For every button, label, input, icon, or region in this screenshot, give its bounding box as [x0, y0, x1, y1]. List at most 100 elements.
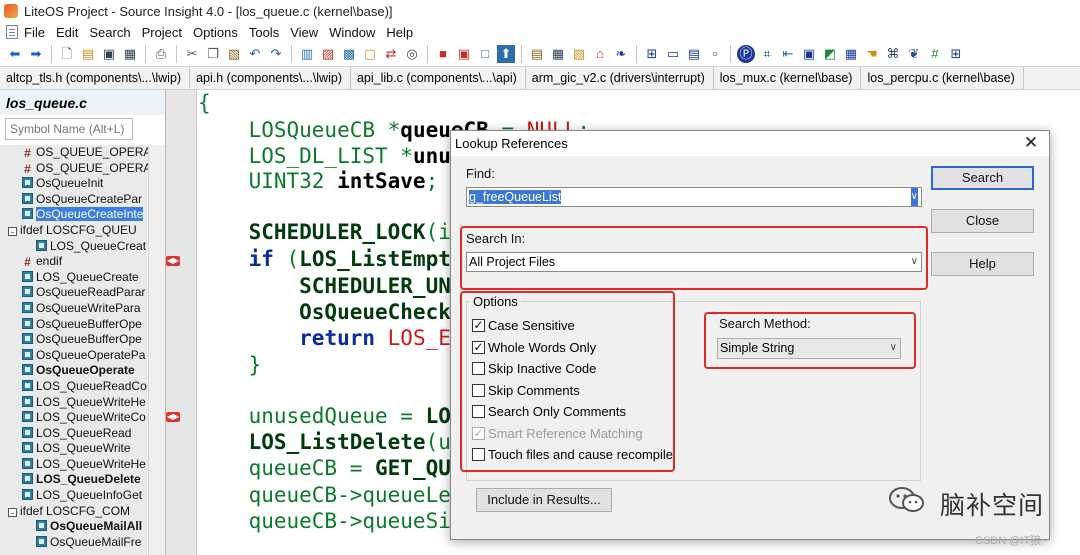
open-folder-icon[interactable]: ▤ [79, 45, 97, 63]
menu-window[interactable]: Window [329, 25, 375, 40]
layout-icon[interactable]: ⊞ [643, 45, 661, 63]
copy-icon[interactable]: ❐ [204, 45, 222, 63]
document-icon[interactable] [6, 25, 18, 39]
bird-icon[interactable]: ❦ [905, 45, 923, 63]
help-button[interactable]: Help [931, 252, 1034, 276]
project-icon[interactable]: ▤ [528, 45, 546, 63]
clip-icon[interactable]: ▦ [842, 45, 860, 63]
tile-icon[interactable]: ▫ [706, 45, 724, 63]
symbol-list-item[interactable]: OsQueueMailFre [0, 535, 148, 551]
back-arrow-icon[interactable]: ⬅ [6, 45, 24, 63]
tab-los-mux-c[interactable]: los_mux.c (kernel\base) [714, 67, 862, 89]
symbol-list-item[interactable]: OsQueueMailAll [0, 519, 148, 535]
symbol-list-item[interactable]: # OS_QUEUE_OPERAT [0, 145, 148, 161]
collapse-icon[interactable]: - [8, 507, 17, 517]
menu-view[interactable]: View [290, 25, 318, 40]
undo-icon[interactable]: ↶ [246, 45, 264, 63]
menu-edit[interactable]: Edit [56, 25, 78, 40]
jump-icon[interactable]: ▨ [319, 45, 337, 63]
symbol-list-item[interactable]: OsQueueCreatePar [0, 192, 148, 208]
parse-icon[interactable]: Ⓟ [737, 45, 755, 63]
bookmark-icon[interactable]: ■ [434, 45, 452, 63]
match-icon[interactable]: ⇄ [382, 45, 400, 63]
symbol-list-scrollbar[interactable] [148, 145, 165, 555]
symbol-list-item[interactable]: OsQueueBufferOpe [0, 317, 148, 333]
house-icon[interactable]: ⌂ [591, 45, 609, 63]
symbol-list-item[interactable]: OsQueueInit [0, 176, 148, 192]
symbol-list-item[interactable]: LOS_QueueWriteHe [0, 395, 148, 411]
print-icon[interactable]: ⎙ [152, 45, 170, 63]
grid-icon[interactable]: ⊞ [947, 45, 965, 63]
hash-toolbar-icon[interactable]: # [926, 45, 944, 63]
symbol-list-item[interactable]: - ifdef LOSCFG_COM [0, 504, 148, 520]
code-line: queueCB = GET_QU [198, 455, 451, 481]
hand-icon[interactable]: ☚ [863, 45, 881, 63]
split-icon[interactable]: ▤ [685, 45, 703, 63]
new-file-icon[interactable]: 🗋 [58, 45, 76, 63]
tab-api-lib-c[interactable]: api_lib.c (components\...\api) [351, 67, 526, 89]
symbol-list-item[interactable]: LOS_QueueInfoGet [0, 488, 148, 504]
paste-icon[interactable]: ▧ [225, 45, 243, 63]
breakpoint-marker-icon[interactable]: ◀▶ [166, 256, 180, 266]
symbol-list-item[interactable]: LOS_QueueRead [0, 426, 148, 442]
menu-search[interactable]: Search [89, 25, 130, 40]
find-icon[interactable]: ▩ [340, 45, 358, 63]
tab-api-h[interactable]: api.h (components\...\lwip) [190, 67, 351, 89]
symbol-list-item[interactable]: LOS_QueueWriteHe [0, 457, 148, 473]
tab-arm-gic-v2-c[interactable]: arm_gic_v2.c (drivers\interrupt) [526, 67, 714, 89]
symbol-search-input[interactable] [5, 118, 133, 140]
indent-icon[interactable]: ⇤ [779, 45, 797, 63]
include-in-results-button[interactable]: Include in Results... [476, 488, 612, 512]
context-icon[interactable]: ▣ [800, 45, 818, 63]
bookmark-next-icon[interactable]: ▣ [455, 45, 473, 63]
symbol-list-item[interactable]: LOS_QueueCreat [0, 239, 148, 255]
breakpoint-marker-icon[interactable]: ◀▶ [166, 412, 180, 422]
tab-los-percpu-c[interactable]: los_percpu.c (kernel\base) [861, 67, 1024, 89]
symbol-list-item[interactable]: LOS_QueueWrite [0, 441, 148, 457]
save-all-icon[interactable]: ▦ [121, 45, 139, 63]
search-button[interactable]: Search [931, 166, 1034, 190]
save-icon[interactable]: ▣ [100, 45, 118, 63]
symbol-list-item[interactable]: OsQueueOperatePa [0, 348, 148, 364]
search-files-icon[interactable]: ▥ [298, 45, 316, 63]
replace-icon[interactable]: ▢ [361, 45, 379, 63]
chevron-down-icon[interactable]: ∨ [910, 188, 918, 206]
menu-project[interactable]: Project [142, 25, 182, 40]
find-input[interactable]: g_freeQueueList ∨ [466, 187, 922, 207]
symbol-list-item[interactable]: OsQueueReadParar [0, 285, 148, 301]
symbol-list-item[interactable]: LOS_QueueCreate [0, 270, 148, 286]
symbol-list-item[interactable]: LOS_QueueDelete [0, 472, 148, 488]
close-button[interactable]: Close [931, 209, 1034, 233]
relation-icon[interactable]: ❧ [612, 45, 630, 63]
cut-icon[interactable]: ✂ [183, 45, 201, 63]
symbol-list-item[interactable]: LOS_QueueWriteCo [0, 410, 148, 426]
redo-icon[interactable]: ↷ [267, 45, 285, 63]
upload-icon[interactable]: ⬆ [497, 45, 515, 63]
symbol-list-item[interactable]: OsQueueWritePara [0, 301, 148, 317]
graph-icon[interactable]: ◩ [821, 45, 839, 63]
panel-icon[interactable]: ▭ [664, 45, 682, 63]
binoculars-icon[interactable]: ◎ [403, 45, 421, 63]
menu-help[interactable]: Help [386, 25, 413, 40]
tab-altcp-tls-h[interactable]: altcp_tls.h (components\...\lwip) [0, 67, 191, 89]
symbol-list-item[interactable]: # endif [0, 254, 148, 270]
symbol-list-item[interactable]: OsQueueCreateInte [0, 207, 148, 223]
collapse-icon[interactable]: - [8, 226, 17, 236]
symbol-list-item[interactable]: OsQueueOperate [0, 363, 148, 379]
browse-icon[interactable]: ▧ [570, 45, 588, 63]
close-icon[interactable]: ✕ [1021, 133, 1041, 153]
window-icon[interactable]: □ [476, 45, 494, 63]
symbol-label: OsQueueBufferOpe [36, 316, 142, 331]
sync-icon[interactable]: ▦ [549, 45, 567, 63]
menu-file[interactable]: File [24, 25, 45, 40]
symbol-window-icon[interactable]: ⌗ [758, 45, 776, 63]
symbol-list-item[interactable]: - ifdef LOSCFG_QUEU [0, 223, 148, 239]
forward-arrow-icon[interactable]: ➡ [27, 45, 45, 63]
symbol-list-item[interactable]: LOS_QueueReadCo [0, 379, 148, 395]
symbol-list-item[interactable]: OsQueueBufferOpe [0, 332, 148, 348]
tree-icon[interactable]: ⌘ [884, 45, 902, 63]
symbol-list-item[interactable]: # OS_QUEUE_OPERAT [0, 161, 148, 177]
menu-tools[interactable]: Tools [249, 25, 279, 40]
menu-options[interactable]: Options [193, 25, 238, 40]
